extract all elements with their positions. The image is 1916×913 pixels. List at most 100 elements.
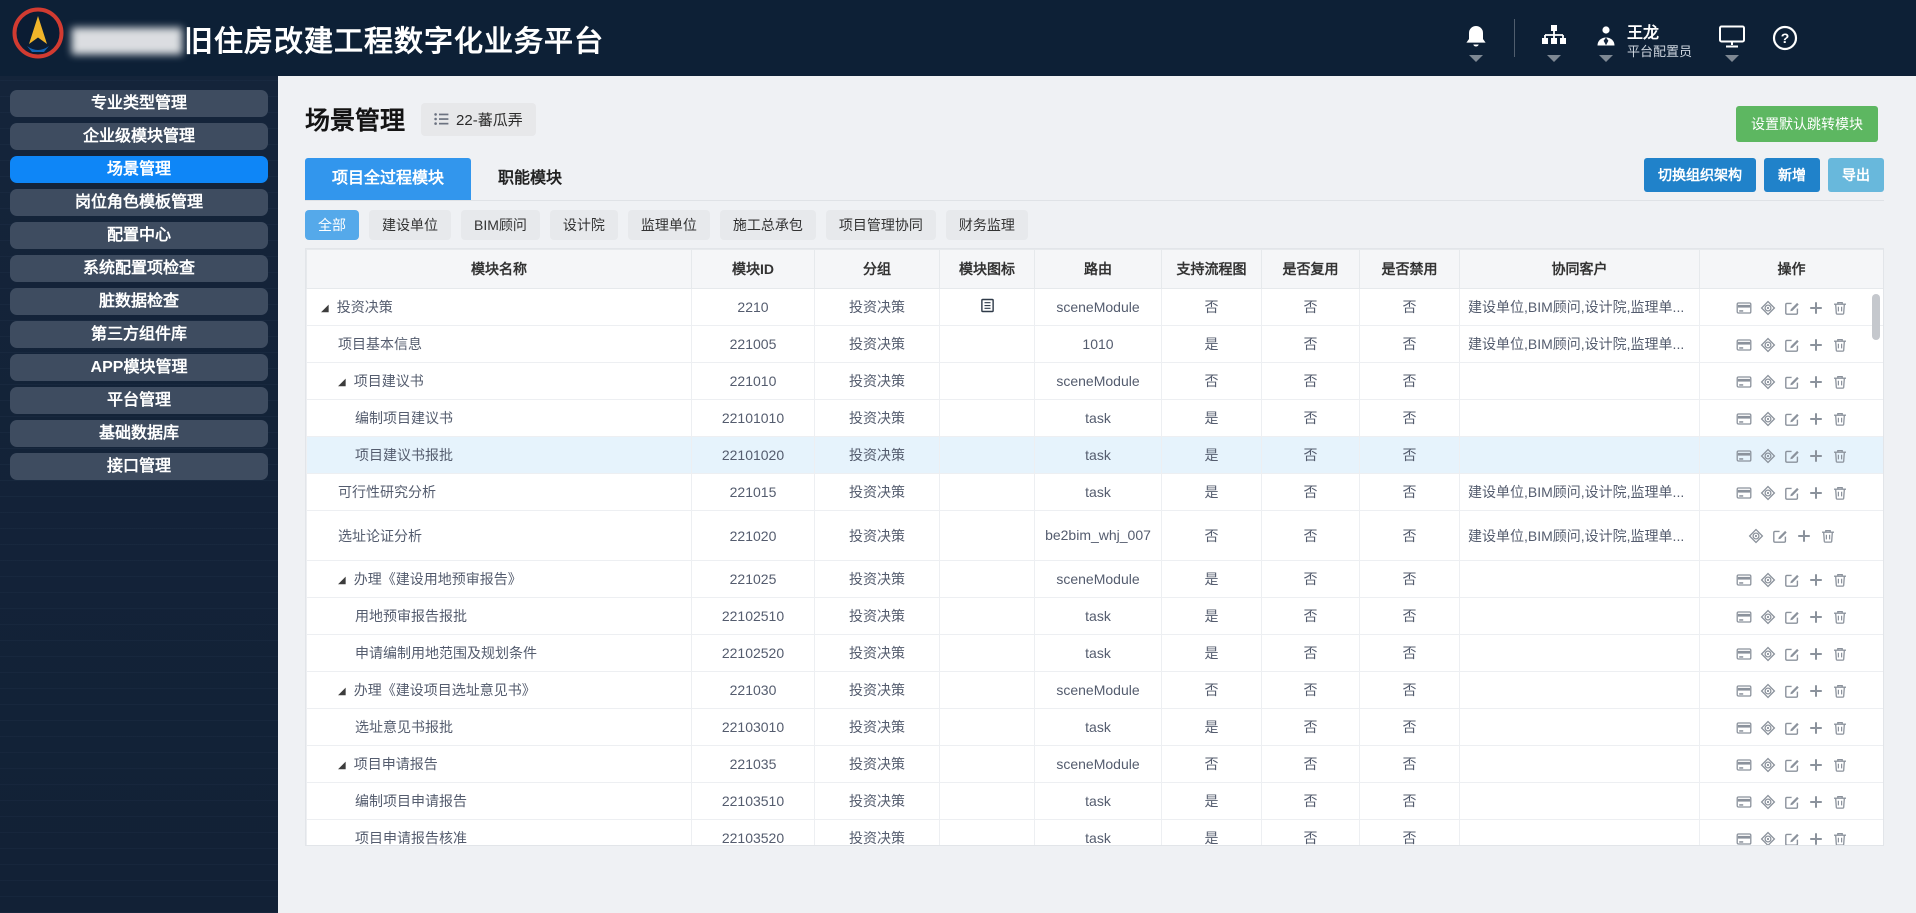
org-structure-button[interactable] <box>1541 24 1567 62</box>
delete-icon[interactable] <box>1832 831 1848 845</box>
aim-icon[interactable] <box>1748 528 1764 544</box>
delete-icon[interactable] <box>1832 448 1848 464</box>
edit-icon[interactable] <box>1784 337 1800 353</box>
filter-chip[interactable]: 全部 <box>305 210 359 240</box>
add-icon[interactable] <box>1808 757 1824 773</box>
aim-icon[interactable] <box>1760 720 1776 736</box>
expand-toggle-icon[interactable]: ◢ <box>321 303 329 314</box>
card-icon[interactable] <box>1736 448 1752 464</box>
edit-icon[interactable] <box>1784 572 1800 588</box>
notifications-button[interactable] <box>1464 24 1488 62</box>
delete-icon[interactable] <box>1832 794 1848 810</box>
sidebar-item[interactable]: 接口管理 <box>10 453 268 480</box>
table-row[interactable]: 项目建议书报批 22101020 投资决策 task 是否否 <box>306 436 1883 474</box>
sidebar-item[interactable]: 专业类型管理 <box>10 90 268 117</box>
aim-icon[interactable] <box>1760 831 1776 845</box>
filter-chip[interactable]: 监理单位 <box>627 210 710 240</box>
table-row[interactable]: ◢ 项目建议书 221010 投资决策 sceneModule 否否否 <box>306 362 1883 400</box>
toolbar-button[interactable]: 导出 <box>1828 158 1884 192</box>
sidebar-item[interactable]: 脏数据检查 <box>10 288 268 315</box>
delete-icon[interactable] <box>1832 646 1848 662</box>
table-row[interactable]: 编制项目申请报告 22103510 投资决策 task 是否否 <box>306 782 1883 820</box>
table-row[interactable]: ◢ 项目申请报告 221035 投资决策 sceneModule 否否否 <box>306 745 1883 783</box>
aim-icon[interactable] <box>1760 609 1776 625</box>
card-icon[interactable] <box>1736 720 1752 736</box>
expand-toggle-icon[interactable]: ◢ <box>338 377 346 388</box>
vertical-scrollbar[interactable] <box>1872 294 1880 340</box>
filter-chip[interactable]: 施工总承包 <box>719 210 816 240</box>
edit-icon[interactable] <box>1784 646 1800 662</box>
delete-icon[interactable] <box>1832 411 1848 427</box>
card-icon[interactable] <box>1736 831 1752 845</box>
table-row[interactable]: 项目申请报告核准 22103520 投资决策 task 是否否 <box>306 819 1883 845</box>
add-icon[interactable] <box>1808 374 1824 390</box>
delete-icon[interactable] <box>1832 683 1848 699</box>
delete-icon[interactable] <box>1832 572 1848 588</box>
aim-icon[interactable] <box>1760 572 1776 588</box>
add-icon[interactable] <box>1796 528 1812 544</box>
add-icon[interactable] <box>1808 572 1824 588</box>
aim-icon[interactable] <box>1760 683 1776 699</box>
edit-icon[interactable] <box>1784 609 1800 625</box>
sidebar-item[interactable]: 系统配置项检查 <box>10 255 268 282</box>
card-icon[interactable] <box>1736 757 1752 773</box>
sidebar-item[interactable]: APP模块管理 <box>10 354 268 381</box>
aim-icon[interactable] <box>1760 485 1776 501</box>
card-icon[interactable] <box>1736 411 1752 427</box>
card-icon[interactable] <box>1736 572 1752 588</box>
table-row[interactable]: 可行性研究分析 221015 投资决策 task 是否否建设单位,BIM顾问,设计院,监… <box>306 473 1883 511</box>
toolbar-button[interactable]: 新增 <box>1764 158 1820 192</box>
expand-toggle-icon[interactable]: ◢ <box>338 575 346 586</box>
card-icon[interactable] <box>1736 646 1752 662</box>
table-row[interactable]: 用地预审报告报批 22102510 投资决策 task 是否否 <box>306 597 1883 635</box>
aim-icon[interactable] <box>1760 794 1776 810</box>
expand-toggle-icon[interactable]: ◢ <box>338 760 346 771</box>
card-icon[interactable] <box>1736 683 1752 699</box>
delete-icon[interactable] <box>1832 757 1848 773</box>
delete-icon[interactable] <box>1832 337 1848 353</box>
card-icon[interactable] <box>1736 374 1752 390</box>
filter-chip[interactable]: 建设单位 <box>369 210 451 240</box>
add-icon[interactable] <box>1808 485 1824 501</box>
sidebar-item[interactable]: 企业级模块管理 <box>10 123 268 150</box>
sidebar-item[interactable]: 第三方组件库 <box>10 321 268 348</box>
add-icon[interactable] <box>1808 448 1824 464</box>
table-row[interactable]: ◢ 投资决策 2210 投资决策 sceneModule 否否否建设单位,BIM顾问,设计… <box>306 288 1883 326</box>
aim-icon[interactable] <box>1760 374 1776 390</box>
add-icon[interactable] <box>1808 300 1824 316</box>
sidebar-item[interactable]: 岗位角色模板管理 <box>10 189 268 216</box>
table-row[interactable]: 项目基本信息 221005 投资决策 1010 是否否建设单位,BIM顾问,设计院,监理… <box>306 325 1883 363</box>
sidebar-item[interactable]: 平台管理 <box>10 387 268 414</box>
aim-icon[interactable] <box>1760 448 1776 464</box>
aim-icon[interactable] <box>1760 646 1776 662</box>
filter-chip[interactable]: BIM顾问 <box>461 210 540 240</box>
aim-icon[interactable] <box>1760 411 1776 427</box>
aim-icon[interactable] <box>1760 300 1776 316</box>
edit-icon[interactable] <box>1784 794 1800 810</box>
card-icon[interactable] <box>1736 485 1752 501</box>
add-icon[interactable] <box>1808 683 1824 699</box>
edit-icon[interactable] <box>1784 831 1800 845</box>
aim-icon[interactable] <box>1760 337 1776 353</box>
edit-icon[interactable] <box>1784 757 1800 773</box>
edit-icon[interactable] <box>1784 448 1800 464</box>
delete-icon[interactable] <box>1832 720 1848 736</box>
tab[interactable]: 项目全过程模块 <box>305 158 472 200</box>
filter-chip[interactable]: 财务监理 <box>945 210 1028 240</box>
tab[interactable]: 职能模块 <box>471 158 589 200</box>
edit-icon[interactable] <box>1784 683 1800 699</box>
table-row[interactable]: ◢ 办理《建设用地预审报告》 221025 投资决策 sceneModule 是否否 <box>306 560 1883 598</box>
table-row[interactable]: 编制项目建议书 22101010 投资决策 task 是否否 <box>306 399 1883 437</box>
toolbar-button[interactable]: 切换组织架构 <box>1644 158 1756 192</box>
add-icon[interactable] <box>1808 609 1824 625</box>
add-icon[interactable] <box>1808 831 1824 845</box>
help-button[interactable]: ? <box>1772 25 1798 51</box>
table-row[interactable]: 选址意见书报批 22103010 投资决策 task 是否否 <box>306 708 1883 746</box>
add-icon[interactable] <box>1808 337 1824 353</box>
delete-icon[interactable] <box>1832 374 1848 390</box>
delete-icon[interactable] <box>1820 528 1836 544</box>
screen-button[interactable] <box>1718 24 1746 62</box>
expand-toggle-icon[interactable]: ◢ <box>338 686 346 697</box>
delete-icon[interactable] <box>1832 609 1848 625</box>
card-icon[interactable] <box>1736 794 1752 810</box>
